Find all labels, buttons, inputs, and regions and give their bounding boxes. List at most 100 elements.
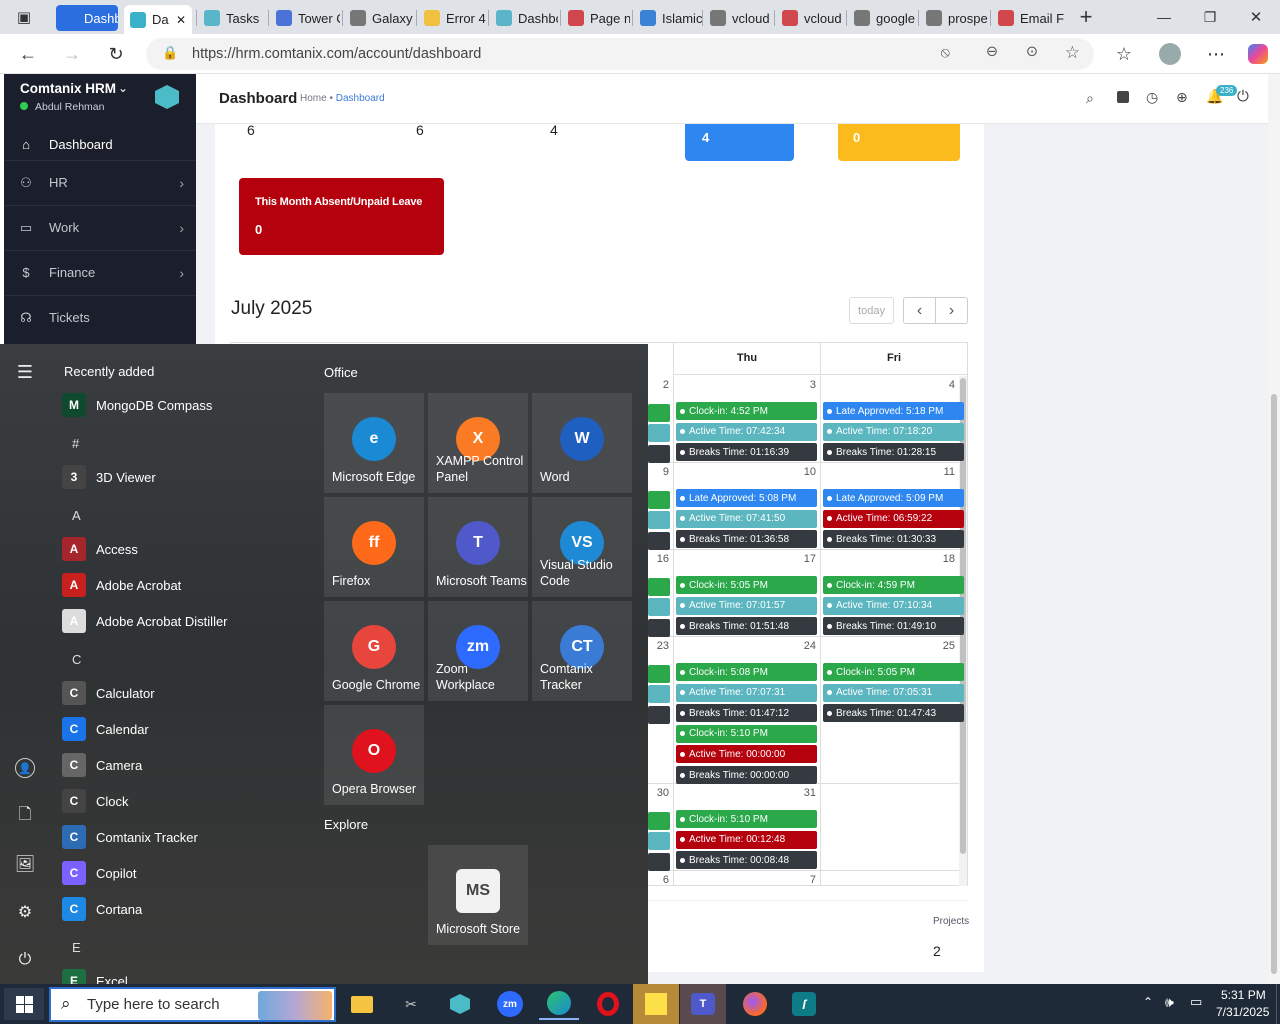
- browser-tab[interactable]: google: [848, 5, 916, 31]
- network-icon[interactable]: ▭: [1190, 994, 1202, 1010]
- calendar-day-number[interactable]: 10: [792, 466, 816, 478]
- calendar-event[interactable]: Breaks Time: 01:30:33: [823, 530, 964, 549]
- copilot-icon[interactable]: [1246, 42, 1270, 66]
- browser-tab[interactable]: vcloud: [776, 5, 844, 31]
- clock-date[interactable]: 7/31/2025: [1216, 1005, 1269, 1019]
- calendar-event-partial[interactable]: [648, 598, 670, 616]
- browser-tab[interactable]: Email F: [992, 5, 1064, 31]
- minimize-button[interactable]: —: [1152, 5, 1176, 29]
- browser-tab[interactable]: Galaxy: [344, 5, 414, 31]
- start-app-calendar[interactable]: C Calendar: [62, 712, 149, 746]
- app-list-letter-header[interactable]: E: [72, 940, 81, 955]
- zoom-out-icon[interactable]: ⊖: [986, 44, 998, 60]
- calendar-day-number[interactable]: 18: [931, 553, 955, 565]
- more-icon[interactable]: ⊙: [1026, 44, 1038, 60]
- browser-tab[interactable]: Tasks: [198, 5, 268, 31]
- start-app-camera[interactable]: C Camera: [62, 748, 142, 782]
- stat-card-blue[interactable]: 4: [685, 124, 794, 161]
- back-arrow-icon[interactable]: ←: [16, 42, 40, 66]
- calendar-day-number[interactable]: 31: [792, 787, 816, 799]
- stat-card-yellow[interactable]: 0: [838, 124, 960, 161]
- start-tile-microsoft-teams[interactable]: T Microsoft Teams: [428, 497, 528, 597]
- settings-menu-icon[interactable]: ⋯: [1204, 42, 1228, 66]
- sidebar-item-finance[interactable]: $ Finance ›: [4, 250, 196, 294]
- calendar-event-partial[interactable]: [648, 511, 670, 529]
- snipping-tool-icon[interactable]: ✂: [391, 988, 431, 1020]
- sidebar-item-hr[interactable]: ⚇ HR ›: [4, 160, 196, 204]
- start-app-comtanix-tracker[interactable]: C Comtanix Tracker: [62, 820, 198, 854]
- calendar-day-number[interactable]: 4: [931, 379, 955, 391]
- clock-time[interactable]: 5:31 PM: [1221, 988, 1266, 1002]
- calendar-day-number[interactable]: 3: [792, 379, 816, 391]
- calendar-event-partial[interactable]: [648, 832, 670, 850]
- page-scroll-thumb[interactable]: [1271, 394, 1277, 974]
- start-tile-xampp-control-panel[interactable]: X XAMPP Control Panel: [428, 393, 528, 493]
- calendar-event[interactable]: Breaks Time: 00:00:00: [676, 766, 817, 784]
- calendar-event-partial[interactable]: [648, 685, 670, 703]
- start-tile-comtanix-tracker[interactable]: CT Comtanix Tracker: [532, 601, 632, 701]
- sidebar-item-tickets[interactable]: ☊ Tickets: [4, 295, 196, 339]
- calendar-event-partial[interactable]: [648, 532, 670, 550]
- browser-tab[interactable]: vcloud: [704, 5, 772, 31]
- page-scrollbar[interactable]: [1268, 74, 1280, 984]
- start-tile-microsoft-store[interactable]: MS Microsoft Store: [428, 845, 528, 945]
- calendar-event-partial[interactable]: [648, 578, 670, 596]
- calendar-event-partial[interactable]: [648, 424, 670, 442]
- show-hidden-icons[interactable]: ⌃: [1143, 995, 1153, 1009]
- show-desktop-button[interactable]: [1276, 984, 1280, 1024]
- new-tab-button[interactable]: +: [1074, 4, 1098, 29]
- start-app-clock[interactable]: C Clock: [62, 784, 129, 818]
- calendar-event[interactable]: Breaks Time: 01:51:48: [676, 617, 817, 636]
- edge-taskbar-icon[interactable]: [539, 988, 579, 1020]
- browser-tab[interactable]: Page n: [562, 5, 630, 31]
- calendar-event[interactable]: Late Approved: 5:08 PM: [676, 489, 817, 507]
- comtanix-tracker-taskbar-icon[interactable]: [440, 988, 480, 1020]
- browser-tab[interactable]: Dashbc: [490, 5, 558, 31]
- browser-tab[interactable]: Dashboa: [56, 5, 118, 31]
- start-tile-word[interactable]: W Word: [532, 393, 632, 493]
- app-list-letter-header[interactable]: A: [72, 508, 81, 523]
- favorite-star-icon[interactable]: ☆: [1065, 43, 1080, 63]
- calendar-event[interactable]: Clock-in: 5:05 PM: [676, 576, 817, 594]
- forward-arrow-icon[interactable]: →: [60, 42, 84, 66]
- calendar-event[interactable]: Active Time: 07:42:34: [676, 422, 817, 441]
- calendar-event[interactable]: Clock-in: 5:10 PM: [676, 724, 817, 743]
- calendar-event-partial[interactable]: [648, 706, 670, 724]
- calendar-event[interactable]: Breaks Time: 01:28:15: [823, 443, 964, 462]
- browser-tab[interactable]: Da ✕: [124, 5, 192, 34]
- windows-start-button[interactable]: [4, 988, 44, 1020]
- sticky-notes-icon[interactable]: [1117, 91, 1129, 103]
- restore-button[interactable]: ❐: [1198, 5, 1222, 29]
- calendar-event-partial[interactable]: [648, 445, 670, 463]
- sidebar-item-work[interactable]: ▭ Work ›: [4, 205, 196, 249]
- tab-actions-icon[interactable]: ▣: [12, 5, 36, 29]
- calendar-day-number[interactable]: 6: [645, 874, 669, 886]
- calendar-event[interactable]: Clock-in: 5:10 PM: [676, 810, 817, 828]
- taskbar-search-box[interactable]: ⌕ Type here to search: [49, 987, 336, 1022]
- calendar-event[interactable]: Clock-in: 4:52 PM: [676, 402, 817, 420]
- calendar-event-partial[interactable]: [648, 491, 670, 509]
- calendar-event[interactable]: Breaks Time: 00:08:48: [676, 851, 817, 870]
- favorites-icon[interactable]: ☆: [1112, 42, 1136, 66]
- refresh-icon[interactable]: ↻: [104, 42, 128, 66]
- app-list-letter-header[interactable]: #: [72, 436, 79, 451]
- calendar-day-number[interactable]: 11: [931, 466, 955, 478]
- calendar-event[interactable]: Late Approved: 5:18 PM: [823, 402, 964, 420]
- calendar-event[interactable]: Late Approved: 5:09 PM: [823, 489, 964, 507]
- calendar-event[interactable]: Clock-in: 4:59 PM: [823, 576, 964, 594]
- calendar-event-partial[interactable]: [648, 665, 670, 683]
- browser-tab[interactable]: Tower C: [270, 5, 340, 31]
- app-list-letter-header[interactable]: C: [72, 652, 81, 667]
- calendar-day-number[interactable]: 25: [931, 640, 955, 652]
- start-tile-zoom-workplace[interactable]: zm Zoom Workplace: [428, 601, 528, 701]
- breadcrumb-home[interactable]: Home: [300, 93, 327, 104]
- search-icon[interactable]: ⌕: [1086, 90, 1094, 107]
- power-icon[interactable]: ⏻: [1237, 88, 1249, 105]
- calendar-event[interactable]: Breaks Time: 01:49:10: [823, 617, 964, 636]
- add-icon[interactable]: ⊕: [1176, 89, 1188, 106]
- calendar-event-partial[interactable]: [648, 619, 670, 637]
- documents-icon[interactable]: 🗋: [14, 805, 36, 827]
- start-tile-google-chrome[interactable]: G Google Chrome: [324, 601, 424, 701]
- browser-tab[interactable]: prospe: [920, 5, 988, 31]
- close-window-button[interactable]: ✕: [1244, 5, 1268, 29]
